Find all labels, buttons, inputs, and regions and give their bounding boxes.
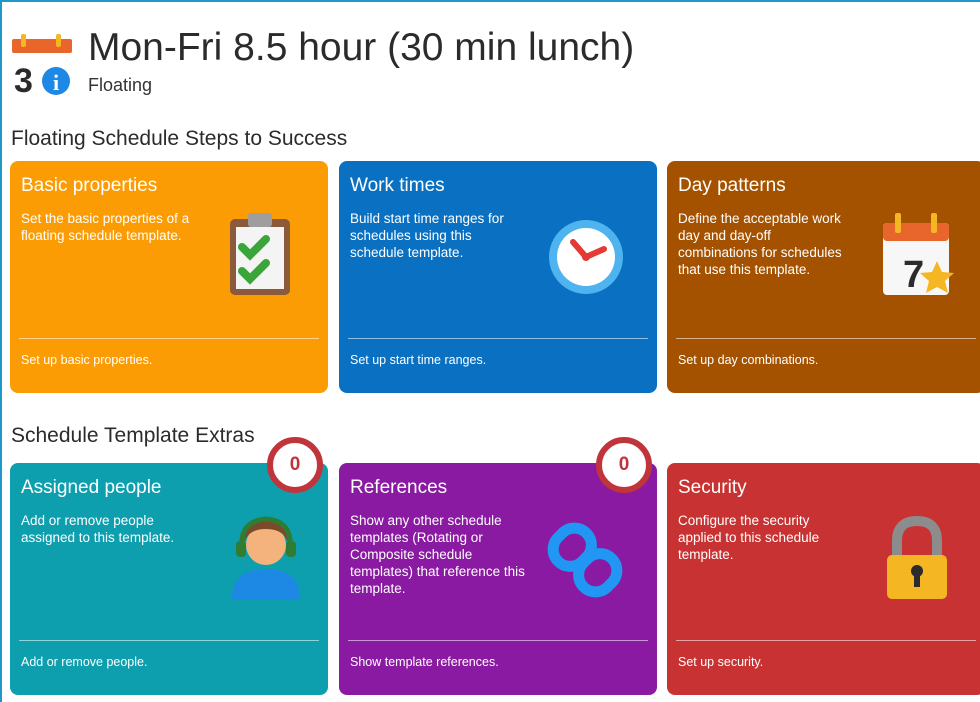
card-title: Work times — [350, 175, 445, 196]
section-title-extras: Schedule Template Extras — [11, 424, 255, 447]
page-subtitle: Floating — [88, 75, 153, 95]
card-description: Define the acceptable work day and day-o… — [678, 211, 842, 277]
card-title: Assigned people — [21, 477, 162, 498]
card-description: Show any other schedule templates (Rotat… — [350, 513, 525, 596]
card-action-link[interactable]: Show template references. — [350, 654, 499, 670]
frame-border-left — [0, 0, 2, 702]
card-references[interactable]: References Show any other schedule templ… — [339, 463, 657, 695]
card-divider — [19, 338, 319, 339]
chain-link-icon — [545, 515, 625, 605]
card-security[interactable]: Security Configure the security applied … — [667, 463, 980, 695]
card-description: Set the basic properties of a floating s… — [21, 211, 190, 243]
card-title: Security — [678, 477, 747, 498]
card-divider — [348, 640, 648, 641]
page-title: Mon-Fri 8.5 hour (30 min lunch) — [88, 26, 635, 69]
card-divider — [348, 338, 648, 339]
card-work-times[interactable]: Work times Build start time ranges for s… — [339, 161, 657, 393]
card-action-link[interactable]: Set up start time ranges. — [350, 352, 486, 368]
calendar-star-icon: 7 — [877, 209, 957, 299]
card-action-link[interactable]: Add or remove people. — [21, 654, 147, 670]
card-action-link[interactable]: Set up basic properties. — [21, 352, 152, 368]
card-divider — [19, 640, 319, 641]
person-headset-icon — [226, 511, 306, 601]
padlock-icon — [877, 513, 957, 603]
card-title: References — [350, 477, 448, 498]
clock-icon — [546, 209, 626, 299]
card-title: Day patterns — [678, 175, 786, 196]
card-action-link[interactable]: Set up day combinations. — [678, 352, 818, 368]
card-description: Build start time ranges for schedules us… — [350, 211, 504, 260]
card-basic-properties[interactable]: Basic properties Set the basic propertie… — [10, 161, 328, 393]
clipboard-checklist-icon — [222, 209, 302, 299]
card-divider — [676, 338, 976, 339]
card-title: Basic properties — [21, 175, 158, 196]
calendar-digit: 3 — [14, 62, 33, 96]
card-description: Configure the security applied to this s… — [678, 513, 820, 562]
card-divider — [676, 640, 976, 641]
frame-border-top — [0, 0, 980, 2]
card-description: Add or remove people assigned to this te… — [21, 513, 175, 545]
calendar-digit: 7 — [903, 254, 924, 296]
card-assigned-people[interactable]: Assigned people Add or remove people ass… — [10, 463, 328, 695]
references-count-badge: 0 — [596, 437, 652, 493]
assigned-count-badge: 0 — [267, 437, 323, 493]
calendar-info-icon: 3 i — [12, 34, 74, 100]
info-glyph: i — [53, 70, 59, 95]
card-action-link[interactable]: Set up security. — [678, 654, 763, 670]
card-day-patterns[interactable]: Day patterns Define the acceptable work … — [667, 161, 980, 393]
section-title-steps: Floating Schedule Steps to Success — [11, 127, 348, 150]
